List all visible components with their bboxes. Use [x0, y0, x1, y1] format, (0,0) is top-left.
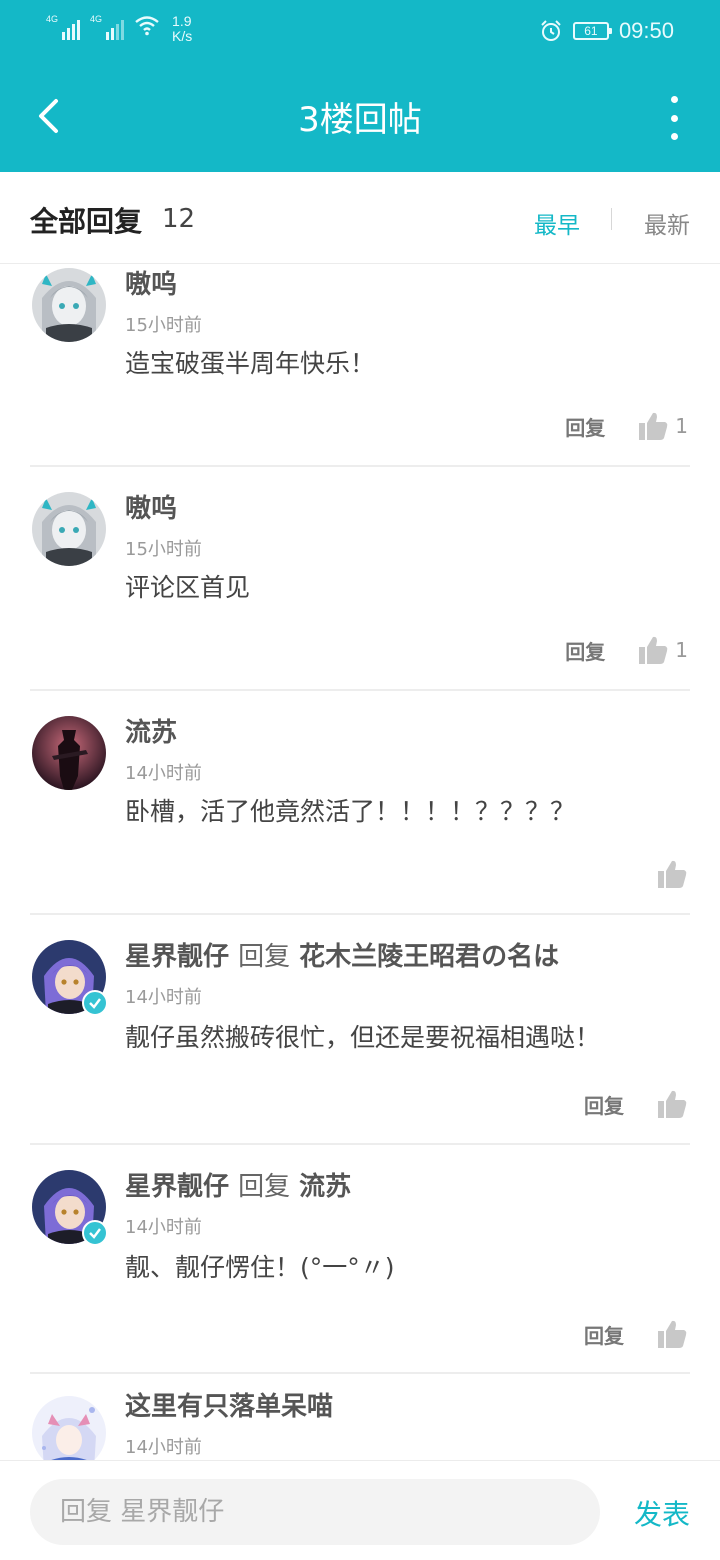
comment-author[interactable]: 这里有只落单呆喵	[125, 1386, 333, 1423]
all-replies-label: 全部回复	[30, 205, 143, 238]
thumbs-up-icon	[658, 860, 687, 888]
like-button[interactable]	[656, 858, 688, 890]
like-button[interactable]: 1	[637, 410, 688, 442]
more-dot-icon	[670, 96, 678, 103]
top-bar: 4G 4G 1.9 K/s 61 09:50 3楼回帖	[0, 0, 720, 172]
comment-author[interactable]: 流苏	[125, 712, 202, 749]
thumbs-up-icon	[658, 1090, 687, 1118]
wifi-icon	[135, 16, 159, 36]
comment-text: 靓仔虽然搬砖很忙，但还是要祝福相遇哒！	[125, 1023, 601, 1052]
signal-icon: 4G	[46, 14, 81, 40]
compose-bar: 发表	[0, 1460, 720, 1560]
reply-button[interactable]: 回复	[584, 1320, 624, 1349]
comment-author-line: 星界靓仔 回复 花木兰陵王昭君の名は	[125, 936, 559, 973]
signal-label: 4G	[90, 14, 103, 24]
like-count: 1	[675, 638, 688, 662]
more-dot-icon	[670, 133, 678, 140]
clock: 09:50	[618, 18, 674, 43]
like-button[interactable]	[656, 1088, 688, 1120]
avatar[interactable]	[32, 716, 106, 790]
comment-text: 评论区首见	[125, 573, 251, 602]
battery-level: 61	[584, 24, 598, 38]
like-button[interactable]	[656, 1318, 688, 1350]
like-button[interactable]: 1	[637, 634, 688, 666]
page-title: 3楼回帖	[298, 100, 422, 140]
send-button[interactable]: 发表	[634, 1493, 690, 1533]
comment-time: 14小时前	[125, 1437, 202, 1458]
reply-word: 回复	[238, 1172, 291, 1202]
reply-count: 12	[162, 204, 196, 234]
app-bar: 3楼回帖	[0, 60, 720, 172]
speed-value: 1.9	[172, 13, 192, 29]
reply-input[interactable]	[30, 1479, 600, 1545]
battery-icon: 61	[572, 22, 612, 40]
avatar[interactable]	[32, 492, 106, 566]
more-dot-icon	[670, 114, 678, 122]
thumbs-up-icon	[639, 412, 668, 440]
verified-badge-icon	[82, 990, 108, 1016]
like-count: 1	[675, 414, 688, 438]
signal-label: 4G	[46, 14, 59, 24]
reply-button[interactable]: 回复	[565, 636, 605, 665]
sort-divider	[611, 208, 612, 230]
comment-author-line: 星界靓仔 回复 流苏	[125, 1166, 351, 1203]
speed-unit: K/s	[172, 28, 193, 44]
comment-time: 15小时前	[125, 315, 202, 336]
avatar[interactable]	[32, 268, 106, 342]
sort-latest-tab[interactable]: 最新	[644, 206, 690, 240]
comment-text: 靓、靓仔愣住！(°一°〃)	[125, 1253, 395, 1282]
reply-word: 回复	[238, 942, 291, 972]
comment-list[interactable]: 嗷呜 15小时前 造宝破蛋半周年快乐！ 回复 1 嗷呜 15小时前 评论区首见 …	[0, 264, 720, 1460]
thumbs-up-icon	[658, 1320, 687, 1348]
comment-text: 卧槽，活了他竟然活了！！！！？？？？	[125, 797, 576, 826]
verified-badge-icon	[82, 1220, 108, 1246]
comment-time: 14小时前	[125, 1217, 202, 1238]
comment-time: 14小时前	[125, 987, 202, 1008]
comment-author[interactable]: 星界靓仔	[125, 942, 229, 972]
reply-target[interactable]: 流苏	[299, 1172, 351, 1202]
sort-earliest-tab[interactable]: 最早	[534, 206, 580, 240]
comment-text: 造宝破蛋半周年快乐！	[125, 349, 376, 378]
reply-button[interactable]: 回复	[584, 1090, 624, 1119]
comment-divider	[30, 689, 690, 691]
reply-sort-bar: 全部回复 12 最早 最新	[0, 172, 720, 264]
comment-divider	[30, 913, 690, 915]
comment-divider	[30, 1372, 690, 1374]
comment-time: 14小时前	[125, 763, 202, 784]
comment-author[interactable]: 星界靓仔	[125, 1172, 229, 1202]
comment-divider	[30, 1143, 690, 1145]
alarm-icon	[541, 20, 561, 41]
network-speed: 1.9 K/s	[172, 14, 192, 44]
comment-time: 15小时前	[125, 539, 202, 560]
thumbs-up-icon	[639, 636, 668, 664]
comment-divider	[30, 465, 690, 467]
signal-icon: 4G	[90, 14, 125, 40]
reply-button[interactable]: 回复	[565, 412, 605, 441]
reply-target[interactable]: 花木兰陵王昭君の名は	[299, 942, 559, 972]
more-options-button[interactable]	[664, 96, 684, 140]
avatar[interactable]	[32, 1396, 106, 1460]
comment-author[interactable]: 嗷呜	[125, 488, 202, 525]
comment-author[interactable]: 嗷呜	[125, 264, 202, 301]
status-bar: 4G 4G 1.9 K/s 61 09:50	[0, 0, 720, 60]
